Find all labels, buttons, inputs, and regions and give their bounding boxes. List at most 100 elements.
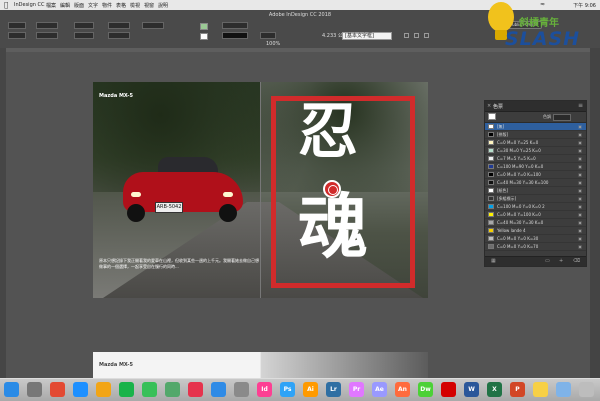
swatch-row[interactable]: C=0 M=0 Y=0 K=70 ▣: [485, 243, 586, 251]
swatch-row[interactable]: C=0 M=0 Y=25 K=0 ▣: [485, 139, 586, 147]
swatch-row[interactable]: C=40 M=30 Y=30 K=100 ▣: [485, 179, 586, 187]
dock-system-preferences-icon[interactable]: [234, 382, 249, 397]
x-field[interactable]: [8, 22, 26, 29]
opacity-field[interactable]: [260, 32, 276, 39]
dock-chrome-icon[interactable]: [50, 382, 65, 397]
dock-line-icon[interactable]: [119, 382, 134, 397]
swatches-panel: × 色票 ≡ 色調 [無] ▣ [拼版] ▣ C=0 M=0 Y=25 K=0 ▣ C=30…: [484, 100, 587, 267]
ref-field[interactable]: [142, 22, 164, 29]
swatch-chip: [488, 196, 494, 201]
dock-maps-icon[interactable]: [165, 382, 180, 397]
align-center-icon[interactable]: [414, 33, 419, 38]
color-mode-icon: ▣: [578, 188, 582, 193]
align-right-icon[interactable]: [424, 33, 429, 38]
menu-object[interactable]: 物件: [102, 2, 112, 9]
h-field[interactable]: [36, 32, 58, 39]
object-style-field[interactable]: [基本文字框]: [342, 32, 392, 40]
stroke-weight-field[interactable]: [222, 22, 248, 29]
dock-ai-icon[interactable]: Ai: [303, 382, 318, 397]
y-field[interactable]: [8, 32, 26, 39]
dock-trash-icon[interactable]: [579, 382, 594, 397]
swatch-row[interactable]: [多組標示] ▣: [485, 195, 586, 203]
zoom-value[interactable]: 100%: [266, 41, 280, 47]
swatch-row[interactable]: C=40 M=30 Y=30 K=0 ▣: [485, 219, 586, 227]
dock-ps-icon[interactable]: Ps: [280, 382, 295, 397]
dock-finder-icon[interactable]: [4, 382, 19, 397]
swatch-row[interactable]: C=100 M=0 Y=0 K=0 2 ▣: [485, 203, 586, 211]
trash-icon[interactable]: ⌫: [573, 258, 580, 264]
swatch-name: C=40 M=30 Y=30 K=0: [497, 220, 544, 225]
menu-layout[interactable]: 版面: [74, 2, 84, 9]
rotate-field[interactable]: [108, 22, 130, 29]
menu-table[interactable]: 表格: [116, 2, 126, 9]
swatch-row[interactable]: [紙色] ▣: [485, 187, 586, 195]
dock-messages-icon[interactable]: [142, 382, 157, 397]
dock-word-icon[interactable]: W: [464, 382, 479, 397]
fill-proxy-icon[interactable]: [488, 113, 496, 120]
dock-an-icon[interactable]: An: [395, 382, 410, 397]
scale-x-field[interactable]: [74, 22, 94, 29]
menu-app[interactable]: InDesign CC: [14, 2, 44, 8]
dock-acrobat-icon[interactable]: [441, 382, 456, 397]
menu-file[interactable]: 檔案: [46, 2, 56, 9]
swatch-chip: [488, 236, 494, 241]
caption-text-frame[interactable]: 原本只想記錄下我正開著我的愛車在山裡，但收到某些一週的上千元。我開著她去做自己想…: [99, 258, 259, 270]
close-icon[interactable]: ×: [487, 103, 491, 109]
dock-id-icon[interactable]: Id: [257, 382, 272, 397]
dock-safari-icon[interactable]: [73, 382, 88, 397]
model-badge[interactable]: Mazda MX-5: [99, 93, 133, 99]
red-car-image[interactable]: ARB-5042: [123, 152, 243, 222]
dock-excel-icon[interactable]: X: [487, 382, 502, 397]
swatch-row[interactable]: C=0 M=0 Y=0 K=100 ▣: [485, 171, 586, 179]
dock-folder-icon[interactable]: [556, 382, 571, 397]
swatch-row[interactable]: C=30 M=0 Y=25 K=0 ▣: [485, 147, 586, 155]
model-badge-2[interactable]: Mazda MX-5: [99, 362, 133, 368]
calligraphy-top[interactable]: 忍: [298, 102, 358, 162]
panel-menu-icon[interactable]: ≡: [578, 102, 583, 109]
swatch-row[interactable]: C=100 M=90 Y=0 K=0 ▣: [485, 163, 586, 171]
page-spread-2[interactable]: Mazda MX-5: [93, 352, 428, 378]
dock-powerpoint-icon[interactable]: P: [510, 382, 525, 397]
dock-notes-icon[interactable]: [533, 382, 548, 397]
tint-field[interactable]: [553, 114, 571, 121]
dock-app-store-icon[interactable]: [211, 382, 226, 397]
menu-view[interactable]: 檢視: [130, 2, 140, 9]
dock-music-icon[interactable]: [188, 382, 203, 397]
page-spread[interactable]: ARB-5042 Mazda MX-5 原本只想記錄下我正開著我的愛車在山裡，但…: [93, 82, 428, 298]
align-left-icon[interactable]: [404, 33, 409, 38]
stroke-type-field[interactable]: [222, 32, 248, 39]
right-page-2[interactable]: [261, 352, 428, 378]
tools-panel[interactable]: [0, 48, 6, 378]
swatch-row[interactable]: [拼版] ▣: [485, 131, 586, 139]
dock-lr-icon[interactable]: Lr: [326, 382, 341, 397]
panel-dock-rail[interactable]: [590, 48, 600, 378]
swatch-row[interactable]: Yellow lande 4 ▣: [485, 227, 586, 235]
scale-y-field[interactable]: [74, 32, 94, 39]
new-group-icon[interactable]: ▭: [545, 258, 550, 264]
tab-swatches[interactable]: 色票: [493, 103, 503, 110]
dock-ae-icon[interactable]: Ae: [372, 382, 387, 397]
new-swatch-icon[interactable]: +: [559, 258, 563, 264]
swatch-row[interactable]: C=0 M=0 Y=100 K=0 ▣: [485, 211, 586, 219]
menu-help[interactable]: 說明: [158, 2, 168, 9]
swatch-row[interactable]: [無] ▣: [485, 123, 586, 131]
menu-type[interactable]: 文字: [88, 2, 98, 9]
calligraphy-bottom[interactable]: 魂: [298, 192, 368, 262]
apple-menu-icon[interactable]: : [4, 1, 8, 9]
swatch-row[interactable]: C=0 M=0 Y=0 K=30 ▣: [485, 235, 586, 243]
color-mode-icon: ▣: [578, 148, 582, 153]
swatch-row[interactable]: C=7 M=5 Y=5 K=0 ▣: [485, 155, 586, 163]
dock-launchpad-icon[interactable]: [27, 382, 42, 397]
dock-photos-icon[interactable]: [96, 382, 111, 397]
shear-field[interactable]: [108, 32, 130, 39]
dock-dw-icon[interactable]: Dw: [418, 382, 433, 397]
stroke-swatch[interactable]: [200, 33, 208, 40]
color-mode-icon: ▣: [578, 156, 582, 161]
swatch-name: [多組標示]: [497, 196, 517, 201]
dock-pr-icon[interactable]: Pr: [349, 382, 364, 397]
fill-swatch[interactable]: [200, 23, 208, 30]
menu-edit[interactable]: 編輯: [60, 2, 70, 9]
show-all-icon[interactable]: ▦: [491, 258, 496, 264]
menu-window[interactable]: 視窗: [144, 2, 154, 9]
w-field[interactable]: [36, 22, 58, 29]
